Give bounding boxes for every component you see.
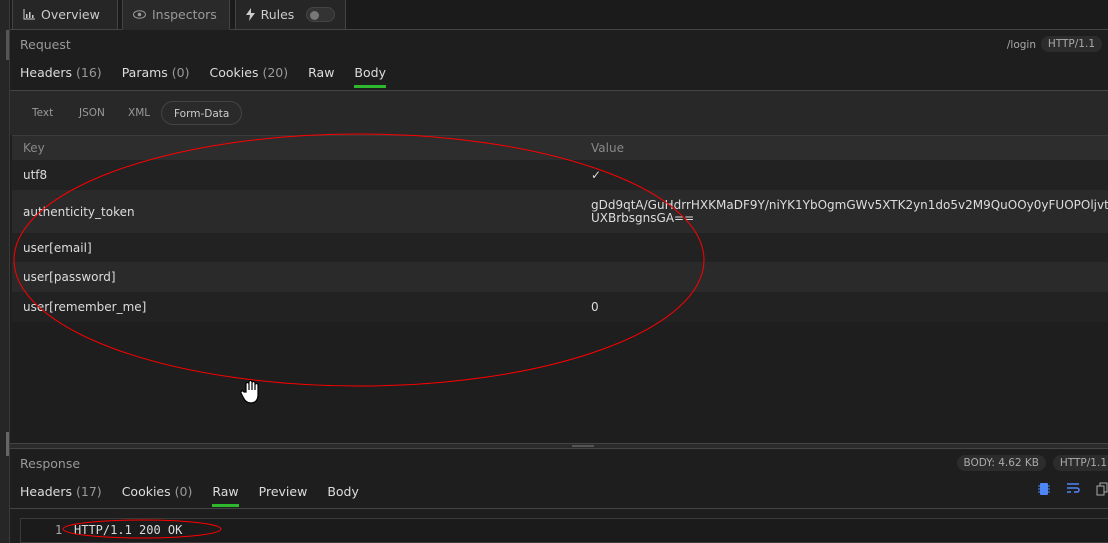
row-key: authenticity_token [23, 204, 135, 219]
panel-splitter[interactable] [10, 443, 1108, 449]
row-value: gDd9qtA/GuHdrrHXKMaDF9Y/niYK1YbOgmGWv5XT… [591, 198, 1108, 225]
bar-chart-icon [23, 9, 35, 20]
lightning-icon [246, 8, 255, 21]
subtab-headers[interactable]: Headers (16) [20, 65, 102, 88]
row-key: utf8 [23, 168, 48, 182]
word-wrap-icon[interactable] [1067, 483, 1080, 494]
subtab-params[interactable]: Params (0) [122, 65, 190, 88]
format-text[interactable]: Text [20, 101, 65, 125]
table-row[interactable]: authenticity_token gDd9qtA/GuHdrrHXKMaDF9… [12, 190, 1108, 233]
subtab-cookies[interactable]: Cookies (20) [210, 65, 289, 88]
subtab-headers[interactable]: Headers (17) [20, 484, 102, 507]
table-row[interactable]: user[email] [12, 233, 1108, 262]
column-value: Value [591, 140, 624, 155]
row-value: ✓ [591, 167, 602, 182]
row-key: user[password] [23, 270, 116, 284]
subtab-body[interactable]: Body [354, 65, 386, 88]
body-size-badge: BODY: 4.62 KB [956, 455, 1046, 471]
subtab-raw[interactable]: Raw [212, 484, 239, 507]
column-key: Key [23, 141, 45, 155]
row-key: user[remember_me] [23, 300, 147, 314]
resize-handle[interactable] [6, 432, 9, 456]
row-key: user[email] [23, 240, 92, 255]
request-title: Request [20, 37, 71, 52]
request-subtabs: Headers (16) Params (0) Cookies (20) Raw… [20, 65, 386, 88]
tab-label: Inspectors [152, 7, 217, 22]
table-header: Key Value [12, 135, 1108, 160]
protocol-badge: HTTP/1.1 [1040, 36, 1102, 52]
rules-toggle[interactable] [306, 7, 335, 22]
left-sidebar-edge [0, 0, 10, 543]
eye-icon [133, 10, 146, 19]
hand-cursor-icon [240, 380, 259, 404]
table-row[interactable]: user[remember_me] 0 [12, 292, 1108, 322]
tab-overview[interactable]: Overview [12, 0, 118, 30]
request-panel: Request /login HTTP/1.1 Headers (16) Par… [10, 31, 1108, 90]
response-title: Response [20, 456, 81, 471]
response-subtabs: Headers (17) Cookies (0) Raw Preview Bod… [20, 484, 359, 507]
row-value: 0 [591, 299, 599, 314]
subtab-preview[interactable]: Preview [259, 484, 308, 507]
main-tabs: Overview Inspectors Rules [10, 0, 1108, 30]
subtab-raw[interactable]: Raw [308, 65, 334, 88]
format-form-data[interactable]: Form-Data [161, 101, 243, 125]
table-row[interactable]: utf8 ✓ [12, 160, 1108, 190]
tab-label: Overview [41, 7, 100, 22]
subtab-cookies[interactable]: Cookies (0) [122, 484, 193, 507]
table-row[interactable]: user[password] [12, 262, 1108, 292]
tab-label: Rules [260, 7, 295, 22]
line-text: HTTP/1.1 200 OK [74, 523, 183, 537]
subtab-body[interactable]: Body [327, 484, 359, 507]
tab-inspectors[interactable]: Inspectors [122, 0, 230, 30]
protocol-badge: HTTP/1.1 [1052, 455, 1108, 471]
raw-response-editor[interactable]: 1 HTTP/1.1 200 OK [20, 518, 1108, 543]
tab-rules[interactable]: Rules [235, 0, 346, 30]
request-path: /login [1006, 39, 1036, 51]
cpu-icon[interactable] [1038, 482, 1050, 496]
line-number: 1 [55, 523, 63, 537]
format-xml[interactable]: XML [116, 101, 162, 125]
scrollbar[interactable] [6, 30, 9, 60]
response-panel: Response BODY: 4.62 KB HTTP/1.1 Headers … [10, 450, 1108, 508]
form-data-table: Key Value utf8 ✓ authenticity_token gDd9qtA… [12, 135, 1108, 322]
format-json[interactable]: JSON [67, 101, 117, 125]
body-format-bar: Text JSON XML Form-Data [10, 90, 1108, 135]
copy-icon[interactable] [1096, 482, 1108, 496]
